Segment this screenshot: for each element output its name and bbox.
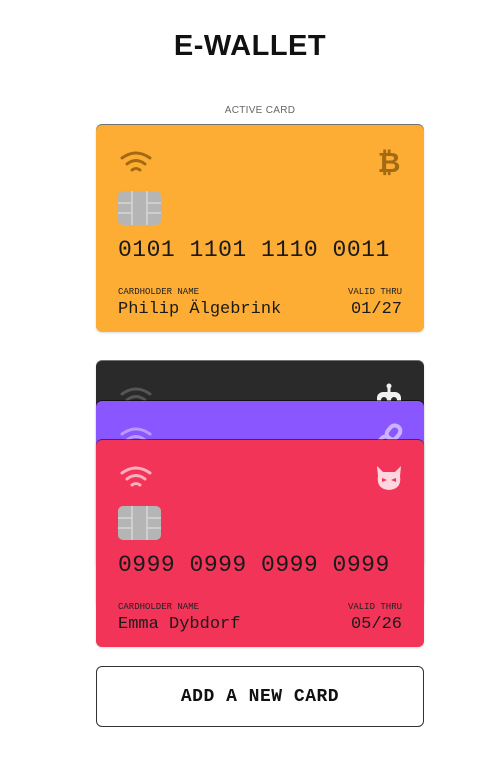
bitcoin-icon: ₿ bbox=[378, 147, 401, 177]
valid-thru-label: VALID THRU bbox=[347, 602, 402, 612]
card-number: 0101 1101 1110 0011 bbox=[118, 237, 390, 263]
chip-icon bbox=[118, 191, 161, 225]
add-new-card-button[interactable]: ADD A NEW CARD bbox=[96, 666, 424, 727]
active-card[interactable]: ₿ 0101 1101 1110 0011 CARDHOLDER NAME Ph… bbox=[96, 125, 424, 332]
contactless-icon bbox=[120, 466, 152, 487]
cardholder-name: Emma Dybdorf bbox=[118, 615, 241, 634]
active-card-label: ACTIVE CARD bbox=[224, 105, 296, 116]
card-expiry: 01/27 bbox=[350, 300, 402, 319]
chip-icon bbox=[118, 506, 161, 540]
card-number: 0999 0999 0999 0999 bbox=[118, 552, 390, 578]
card-expiry: 05/26 bbox=[350, 615, 402, 634]
contactless-icon bbox=[120, 151, 152, 172]
cardholder-label: CARDHOLDER NAME bbox=[118, 602, 200, 612]
cardholder-label: CARDHOLDER NAME bbox=[118, 287, 200, 297]
cardholder-name: Philip Älgebrink bbox=[118, 300, 282, 319]
svg-text:₿: ₿ bbox=[378, 147, 401, 177]
devil-face-icon bbox=[377, 466, 401, 490]
stacked-card-red[interactable]: 0999 0999 0999 0999 CARDHOLDER NAME Emma… bbox=[96, 440, 424, 647]
page-title: E-WALLET bbox=[173, 30, 327, 62]
valid-thru-label: VALID THRU bbox=[347, 287, 402, 297]
